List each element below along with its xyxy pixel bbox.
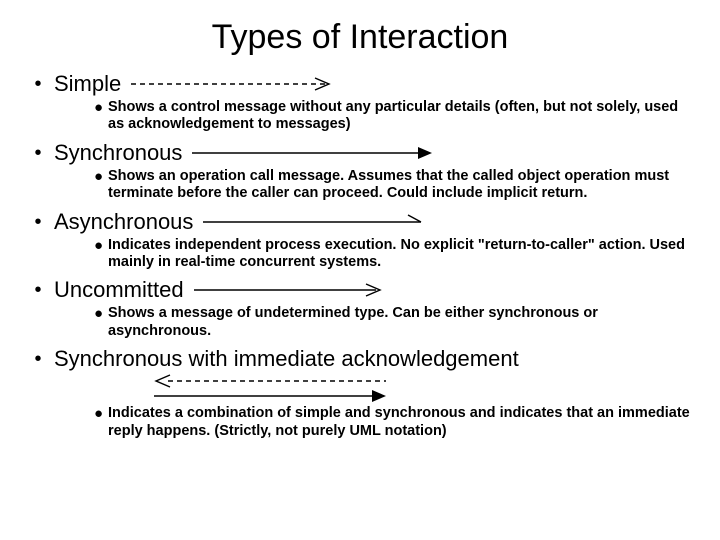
item-desc: Shows an operation call message. Assumes…	[108, 168, 690, 203]
item-uncommitted: • Uncommitted ● Shows a message of undet…	[30, 277, 690, 340]
item-asynchronous: • Asynchronous ● Indicates independent p…	[30, 209, 690, 272]
item-simple: • Simple ● Shows a control message witho…	[30, 71, 690, 134]
bullet-icon: •	[30, 212, 46, 232]
item-desc-row: ● Shows an operation call message. Assum…	[94, 168, 690, 203]
item-label: Simple	[54, 71, 121, 97]
asynchronous-arrow-icon	[201, 214, 436, 230]
simple-arrow-icon	[129, 76, 339, 92]
item-header: • Simple	[30, 71, 690, 97]
item-label: Asynchronous	[54, 209, 193, 235]
bullet-icon: •	[30, 143, 46, 163]
bullet-icon: •	[30, 74, 46, 94]
item-desc-row: ● Indicates a combination of simple and …	[94, 405, 690, 440]
item-header: • Synchronous with immediate acknowledge…	[30, 346, 690, 372]
bullet-icon: •	[30, 349, 46, 369]
item-desc: Shows a control message without any part…	[108, 99, 690, 134]
slide: Types of Interaction • Simple ● Shows a …	[0, 0, 720, 456]
item-desc: Indicates a combination of simple and sy…	[108, 405, 690, 440]
item-desc-row: ● Indicates independent process executio…	[94, 237, 690, 272]
item-desc: Indicates independent process execution.…	[108, 237, 690, 272]
item-header: • Uncommitted	[30, 277, 690, 303]
bullet-icon: ●	[94, 305, 108, 323]
item-header: • Asynchronous	[30, 209, 690, 235]
bullet-icon: •	[30, 280, 46, 300]
item-desc: Shows a message of undetermined type. Ca…	[108, 305, 690, 340]
bullet-icon: ●	[94, 237, 108, 255]
item-synchronous: • Synchronous ● Shows an operation call …	[30, 140, 690, 203]
bullet-icon: ●	[94, 405, 108, 423]
item-header: • Synchronous	[30, 140, 690, 166]
bullet-icon: ●	[94, 168, 108, 186]
item-label: Uncommitted	[54, 277, 184, 303]
simple-return-arrow-icon	[150, 374, 390, 388]
item-sync-ack: • Synchronous with immediate acknowledge…	[30, 346, 690, 440]
bullet-icon: ●	[94, 99, 108, 117]
synchronous-forward-arrow-icon	[150, 389, 390, 403]
item-desc-row: ● Shows a control message without any pa…	[94, 99, 690, 134]
slide-title: Types of Interaction	[30, 18, 690, 57]
item-desc-row: ● Shows a message of undetermined type. …	[94, 305, 690, 340]
synchronous-arrow-icon	[190, 145, 435, 161]
sync-ack-arrows	[150, 374, 690, 403]
uncommitted-arrow-icon	[192, 282, 392, 298]
item-label: Synchronous	[54, 140, 182, 166]
item-label: Synchronous with immediate acknowledgeme…	[54, 346, 519, 372]
